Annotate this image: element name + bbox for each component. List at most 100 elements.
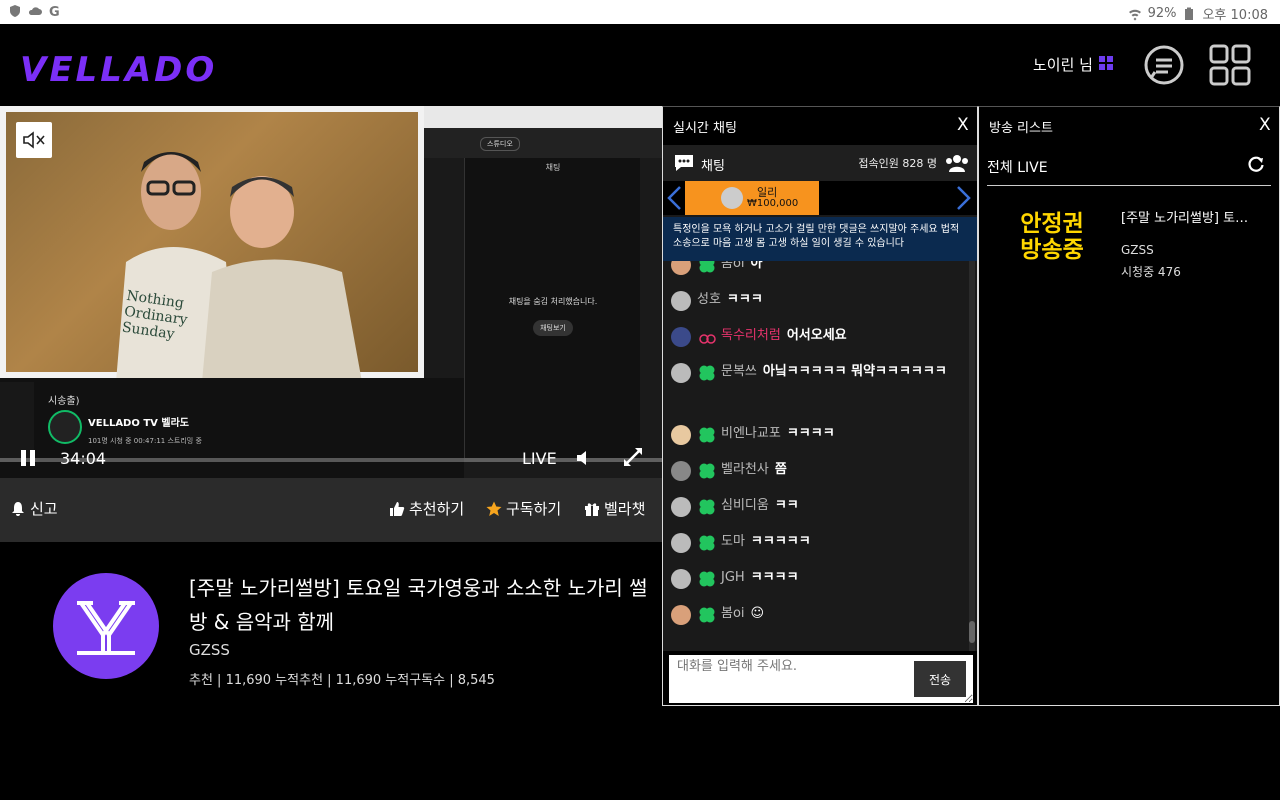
report-label: 신고 [30,500,58,518]
shield-icon [10,5,20,17]
video-inner-chat: 채팅 채팅을 숨김 처리했습니다. 채팅보기 [464,158,640,458]
chat-text: ㅋㅋㅋㅋ [786,426,835,441]
heart-badge-icon [699,334,716,344]
chat-nick[interactable]: 문복쓰 [721,364,757,379]
chat-nick[interactable]: 심비디움 [721,497,769,517]
chat-message: 봄oi ☺ [671,605,961,625]
chat-text: ㅋㅋㅋ [726,292,763,307]
status-icons-right: 92% 오후 10:08 [1128,4,1268,23]
subscribe-label: 구독하기 [506,500,562,518]
chat-avatar [671,569,691,589]
video-channel-sub: 101명 시청 중 00:47:11 스트리밍 중 [88,437,202,445]
chat-avatar [671,291,691,311]
chat-notice: 특정인을 모욕 하거나 고소가 걸릴 만한 댓글은 쓰지말아 주세요 법적소송으… [663,217,977,261]
channel-avatar[interactable] [53,573,159,679]
video-channel-avatar [48,410,82,444]
broadcast-thumbnail[interactable]: 안정권 방송중 [1007,211,1097,273]
chat-scroll-thumb[interactable] [969,621,975,643]
chat-tab-row: 채팅 접속인원 828 명 [663,145,977,181]
wifi-icon [1128,9,1141,20]
bell-icon [12,501,24,516]
broadcast-list-divider [987,185,1271,186]
chat-tab-label[interactable]: 채팅 [701,155,725,174]
chat-nick[interactable]: 성호 [697,291,721,311]
gift-button[interactable]: 벨라챗 [584,498,645,519]
chat-scrollbar[interactable] [969,261,975,651]
shirt-text: Nothing Ordinary Sunday [120,287,189,343]
broadcast-item-title[interactable]: [주말 노가리썰방] 토… [1121,207,1266,226]
chat-nick[interactable]: 봄oi [721,261,745,275]
chat-header-title: 실시간 채팅 [673,121,737,136]
gift-icon [585,502,599,516]
chat-message: 봄oi 아 [671,261,961,275]
broadcast-list-panel: 방송 리스트 X 전체 LIVE 안정권 방송중 [주말 노가리썰방] 토… G… [978,106,1280,706]
chat-text: ㅋㅋㅋㅋㅋ [750,534,811,549]
recommend-button[interactable]: 추천하기 [389,498,464,519]
subscribe-button[interactable]: 구독하기 [486,498,561,519]
chevron-left-icon[interactable] [665,185,683,211]
volume-icon[interactable] [574,448,594,468]
donation-item: 일리 ₩100,000 [685,181,819,215]
speaker-muted-icon [23,131,45,149]
broadcast-stats: 추천 | 11,690 누적추천 | 11,690 누적구독수 | 8,545 [189,673,495,688]
svg-text:G: G [49,5,60,18]
broadcast-item-channel: GZSS [1121,243,1154,257]
report-button[interactable]: 신고 [10,498,58,519]
chat-nick[interactable]: JGH [721,569,745,589]
clover-badge-icon [699,427,715,443]
broadcast-title: [주말 노가리썰방] 토요일 국가영웅과 소소한 노가리 썰방 & 음악과 함께 [189,576,648,634]
chat-bubble-icon[interactable] [1143,44,1185,86]
video-browser-bar [424,106,662,128]
live-label: LIVE [522,449,557,468]
apps-grid-icon[interactable] [1209,44,1251,86]
star-icon [486,501,502,516]
chat-message: 도마 ㅋㅋㅋㅋㅋ [671,533,961,553]
vellado-logo[interactable]: VELLADO [20,50,217,90]
chat-avatar [671,533,691,553]
user-name[interactable]: 노이린 님 [1033,54,1093,75]
chat-nick[interactable]: 비엔나교포 [721,425,781,445]
live-filter[interactable]: 전체 LIVE [987,157,1048,177]
chat-nick[interactable]: 봄oi [721,605,745,625]
chat-nick[interactable]: 도마 [721,533,745,553]
send-button[interactable]: 전송 [914,661,966,697]
users-icon[interactable] [945,153,969,173]
chat-nick[interactable]: 벨라천사 [721,461,769,481]
chat-text: 쯤 [774,462,787,477]
clover-badge-icon [699,499,715,515]
status-icons-left: G [8,4,62,18]
mute-button[interactable] [16,122,52,158]
chat-nick[interactable]: 독수리처럼 [721,327,781,347]
refresh-icon[interactable] [1247,155,1265,173]
chat-text: ㅋㅋ [774,498,799,513]
chevron-right-icon[interactable] [955,185,973,211]
chat-tab-icon [675,155,693,171]
chat-text: 아 [750,261,763,271]
chat-message: 독수리처럼 어서오세요 [671,327,961,347]
broadcast-list-title: 방송 리스트 [989,121,1053,136]
video-channel-title: 시송출) [48,396,80,407]
chat-avatar [671,497,691,517]
video-time: 34:04 [60,449,107,468]
clock: 오후 10:08 [1202,8,1268,23]
donor-avatar [721,187,743,209]
video-inner-chat-title: 채팅 [545,163,561,172]
video-channel-name: VELLADO TV 벨라도 [88,418,189,429]
cloud-icon [28,7,42,15]
donation-amount: ₩100,000 [747,198,799,209]
clover-badge-icon [699,463,715,479]
chat-text: ㅋㅋㅋㅋ [750,570,799,585]
fullscreen-icon[interactable] [622,446,644,468]
video-player[interactable]: 스튜디오 채팅 채팅을 숨김 처리했습니다. 채팅보기 Nothing Ordi… [0,106,662,478]
recommend-label: 추천하기 [409,500,465,518]
action-bar: 신고 추천하기 구독하기 벨라챗 [0,478,662,542]
broadcast-channel[interactable]: GZSS [189,641,230,659]
chat-avatar [671,261,691,275]
pause-icon[interactable] [18,448,38,468]
chat-avatar [671,363,691,383]
thumbnail-text: 안정권 방송중 [1020,211,1084,263]
chat-close-button[interactable]: X [957,115,969,135]
clover-badge-icon [699,365,715,381]
gift-label: 벨라챗 [604,500,646,518]
broadcast-list-close-button[interactable]: X [1259,115,1271,135]
